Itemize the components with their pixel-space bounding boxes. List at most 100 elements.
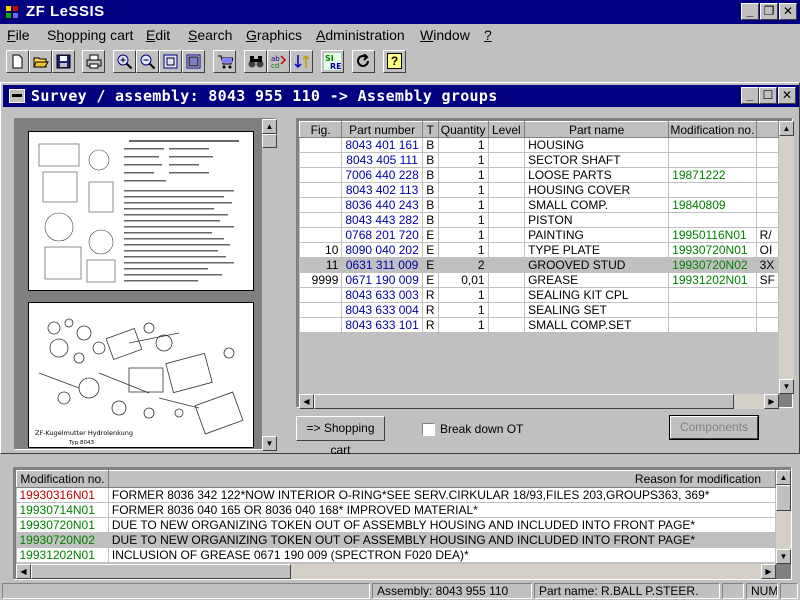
table-row[interactable]: 10 8090 040 202 E 1 TYPE PLATE 19930720N01 OI: [299, 242, 779, 258]
child-maximize-button[interactable]: ☐: [759, 87, 777, 104]
sort-button[interactable]: [290, 50, 313, 73]
scroll-up-button[interactable]: ▲: [262, 119, 277, 134]
modification-row[interactable]: 19930714N01 FORMER 8036 040 165 OR 8036 0…: [16, 502, 776, 518]
scroll-down-button[interactable]: ▼: [776, 549, 791, 564]
zoom-in-button[interactable]: [113, 50, 136, 73]
table-row[interactable]: 9999 0671 190 009 E 0,01 GREASE 19931202N01 SF: [299, 272, 779, 288]
table-row[interactable]: 8043 633 101 R 1 SMALL COMP.SET: [299, 317, 779, 333]
scroll-thumb[interactable]: [314, 394, 734, 409]
search-button[interactable]: [244, 50, 267, 73]
column-header[interactable]: Modification no.: [16, 470, 109, 488]
scroll-down-button[interactable]: ▼: [779, 379, 794, 394]
empty-cell: [756, 362, 779, 378]
restore-button[interactable]: ❐: [760, 3, 778, 20]
parts-vertical-scrollbar[interactable]: ▲ ▼: [779, 121, 794, 394]
menu-search[interactable]: Search: [188, 27, 232, 43]
scroll-up-button[interactable]: ▲: [779, 121, 794, 136]
cell-extra: [756, 212, 779, 228]
column-header[interactable]: [755, 121, 779, 138]
child-minimize-button[interactable]: _: [741, 87, 759, 104]
scroll-thumb[interactable]: [31, 564, 291, 579]
menu-graphics[interactable]: Graphics: [246, 27, 302, 43]
menu-window[interactable]: Window: [420, 27, 470, 43]
si-re-button[interactable]: SI RE: [321, 50, 344, 73]
scroll-right-button[interactable]: ▶: [764, 394, 779, 409]
modifications-vertical-scrollbar[interactable]: ▲ ▼: [776, 470, 791, 564]
refresh-button[interactable]: [352, 50, 375, 73]
modification-row[interactable]: 19931202N01 INCLUSION OF GREASE 0671 190 …: [16, 547, 776, 563]
status-indicator-1: [722, 583, 744, 599]
shopping-cart-add-button[interactable]: => Shopping cart: [296, 416, 385, 457]
scroll-thumb[interactable]: [262, 134, 277, 148]
drawing-thumbnail-assembly[interactable]: [28, 131, 254, 291]
scroll-up-button[interactable]: ▲: [776, 470, 791, 485]
table-row[interactable]: 0768 201 720 E 1 PAINTING 19950116N01 R/: [299, 227, 779, 243]
scroll-thumb[interactable]: [776, 485, 791, 511]
zoom-page-button[interactable]: [182, 50, 205, 73]
scroll-right-button[interactable]: ▶: [761, 564, 776, 579]
menu-shopping-cart[interactable]: Shopping cart: [47, 27, 133, 43]
table-row[interactable]: 11 0631 311 009 E 2 GROOVED STUD 19930720N02 3…: [299, 257, 779, 273]
column-header[interactable]: Quantity: [437, 121, 489, 138]
menu-edit[interactable]: Edit: [146, 27, 170, 43]
save-button[interactable]: [52, 50, 75, 73]
cell-quantity: 1: [438, 137, 489, 153]
cell-fig: [299, 182, 343, 198]
column-header[interactable]: T: [421, 121, 439, 138]
modification-row[interactable]: 19930720N01 DUE TO NEW ORGANIZING TOKEN O…: [16, 517, 776, 533]
table-row[interactable]: 8043 633 004 R 1 SEALING SET: [299, 302, 779, 318]
table-row[interactable]: 8043 405 111 B 1 SECTOR SHAFT: [299, 152, 779, 168]
help-button[interactable]: ?: [383, 50, 406, 73]
cell-modification-no: 19930720N01: [668, 242, 757, 258]
scroll-left-button[interactable]: ◀: [299, 394, 314, 409]
components-button[interactable]: Components: [669, 415, 759, 440]
column-header[interactable]: Reason for modification: [107, 470, 776, 488]
empty-cell: [299, 362, 342, 378]
cell-level: [488, 137, 526, 153]
arrow-up-icon: ▲: [779, 473, 788, 482]
modification-row[interactable]: 19930316N01 FORMER 8036 342 122*NOW INTER…: [16, 487, 776, 503]
new-button[interactable]: [6, 50, 29, 73]
column-header[interactable]: Part name: [524, 121, 670, 138]
column-header[interactable]: Fig.: [299, 121, 343, 138]
modifications-horizontal-scrollbar[interactable]: ◀ ▶: [16, 564, 776, 579]
cell-level: [488, 257, 526, 273]
window-menu-icon[interactable]: [9, 89, 25, 103]
svg-text:cd: cd: [271, 62, 279, 69]
modification-row[interactable]: 19930720N02 DUE TO NEW ORGANIZING TOKEN O…: [16, 532, 776, 548]
menu-bar: File Shopping cart Edit Search Graphics Admin…: [0, 24, 800, 46]
empty-cell: [524, 332, 669, 348]
print-button[interactable]: [82, 50, 105, 73]
table-row[interactable]: 7006 440 228 B 1 LOOSE PARTS 19871222: [299, 167, 779, 183]
scroll-down-button[interactable]: ▼: [262, 436, 277, 451]
arrow-up-icon: ▲: [782, 124, 791, 133]
drawing-thumbnail-exploded[interactable]: ZF-Kugelmutter Hydrolenkung Typ 8043: [28, 302, 254, 448]
column-header[interactable]: Modification no.: [668, 121, 757, 138]
drawing-scrollbar[interactable]: ▲ ▼: [262, 119, 277, 451]
table-row[interactable]: 8043 633 003 R 1 SEALING KIT CPL: [299, 287, 779, 303]
shopping-cart-button[interactable]: [213, 50, 236, 73]
table-row[interactable]: 8043 402 113 B 1 HOUSING COVER: [299, 182, 779, 198]
parts-horizontal-scrollbar[interactable]: ◀ ▶: [299, 394, 779, 409]
break-down-checkbox[interactable]: [422, 423, 435, 436]
menu-help[interactable]: ?: [484, 27, 492, 43]
open-button[interactable]: [29, 50, 52, 73]
scroll-left-button[interactable]: ◀: [16, 564, 31, 579]
search-text-button[interactable]: ab cd: [267, 50, 290, 73]
child-close-button[interactable]: ✕: [778, 87, 796, 104]
minimize-button[interactable]: _: [741, 3, 759, 20]
close-button[interactable]: ✕: [779, 3, 797, 20]
table-row[interactable]: 8043 401 161 B 1 HOUSING: [299, 137, 779, 153]
cell-fig: 11: [299, 257, 343, 273]
zoom-fit-button[interactable]: [159, 50, 182, 73]
column-header[interactable]: Part number: [341, 121, 423, 138]
menu-administration[interactable]: Administration: [316, 27, 405, 43]
menu-file[interactable]: File: [7, 27, 30, 43]
cell-level: [488, 287, 526, 303]
table-row[interactable]: 8036 440 243 B 1 SMALL COMP. 19840809: [299, 197, 779, 213]
column-header[interactable]: Level: [487, 121, 526, 138]
zoom-out-button[interactable]: [136, 50, 159, 73]
empty-cell: [488, 362, 525, 378]
arrow-down-icon: ▼: [779, 552, 788, 561]
table-row[interactable]: 8043 443 282 B 1 PISTON: [299, 212, 779, 228]
